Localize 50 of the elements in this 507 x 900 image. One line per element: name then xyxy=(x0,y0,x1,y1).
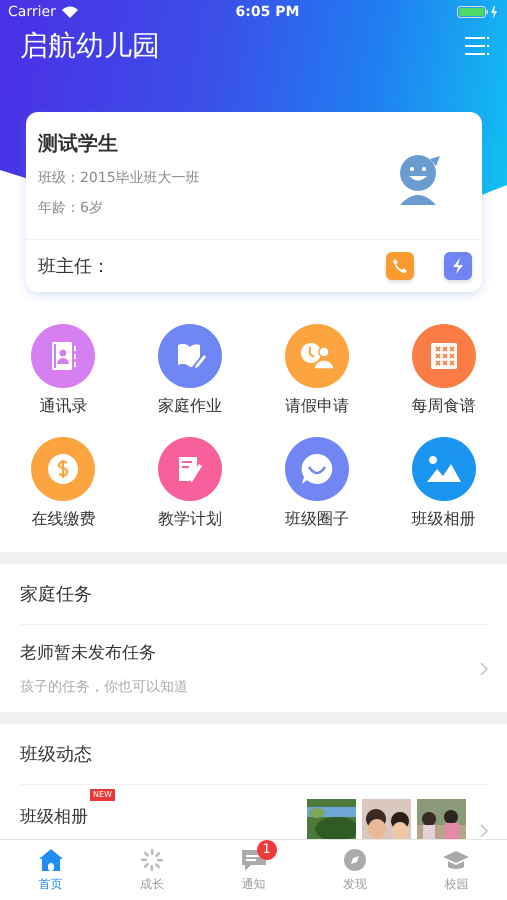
feature-label: 在线缴费 xyxy=(31,509,96,530)
battery-icon xyxy=(457,5,499,20)
wifi-icon xyxy=(62,6,78,18)
feature-label: 班级圈子 xyxy=(284,509,349,530)
phone-icon xyxy=(392,258,408,274)
task-subtitle: 孩子的任务，你也可以知道 xyxy=(20,678,188,696)
avatar-icon xyxy=(398,152,442,206)
sparkle-icon xyxy=(140,848,164,872)
age-info: 年龄：6岁 xyxy=(38,199,104,217)
compass-icon xyxy=(342,848,367,872)
feature-item[interactable]: 家庭作业 xyxy=(126,324,254,417)
phone-button[interactable] xyxy=(386,252,414,280)
section-title: 班级动态 xyxy=(20,724,488,785)
menu-grid-icon xyxy=(428,341,459,371)
feature-item[interactable]: 通讯录 xyxy=(0,324,127,417)
class-info: 班级：2015毕业班大一班 xyxy=(38,169,200,187)
flash-button[interactable] xyxy=(444,252,472,280)
feature-label: 通讯录 xyxy=(39,396,88,417)
section-title: 家庭任务 xyxy=(20,564,488,625)
carrier-text: Carrier xyxy=(8,4,56,20)
tab-item[interactable]: 1 通知 xyxy=(202,840,304,900)
feature-item[interactable]: 请假申请 xyxy=(254,324,380,417)
feature-label: 家庭作业 xyxy=(158,396,222,417)
feature-item[interactable]: 教学计划 xyxy=(126,437,254,530)
feature-item[interactable]: 班级圈子 xyxy=(254,437,380,530)
feature-label: 教学计划 xyxy=(158,509,222,530)
new-badge: NEW xyxy=(90,789,115,801)
leave-person-icon xyxy=(300,341,334,371)
feature-item[interactable]: 在线缴费 xyxy=(0,437,127,530)
app-title: 启航幼儿园 xyxy=(20,28,160,64)
image-icon xyxy=(424,454,463,484)
album-title: 班级相册 xyxy=(20,807,88,827)
status-time: 6:05 PM xyxy=(236,4,300,20)
notification-badge: 1 xyxy=(256,840,277,860)
chevron-right-icon xyxy=(480,662,488,676)
teacher-label: 班主任： xyxy=(38,255,111,278)
feature-label: 每周食谱 xyxy=(412,396,476,417)
home-icon xyxy=(38,848,64,872)
chevron-right-icon xyxy=(480,824,488,838)
lightning-icon xyxy=(451,258,465,274)
feature-label: 请假申请 xyxy=(284,396,349,417)
smile-bubble-icon xyxy=(298,451,335,487)
task-title: 老师暂未发布任务 xyxy=(20,642,157,664)
student-name: 测试学生 xyxy=(38,130,119,157)
feature-item[interactable]: 班级相册 xyxy=(380,437,507,530)
task-item[interactable]: 老师暂未发布任务 孩子的任务，你也可以知道 xyxy=(20,625,488,712)
coin-icon xyxy=(46,452,80,486)
feature-label: 班级相册 xyxy=(412,509,476,530)
feature-item[interactable]: 每周食谱 xyxy=(380,324,507,417)
menu-icon[interactable] xyxy=(465,34,489,57)
